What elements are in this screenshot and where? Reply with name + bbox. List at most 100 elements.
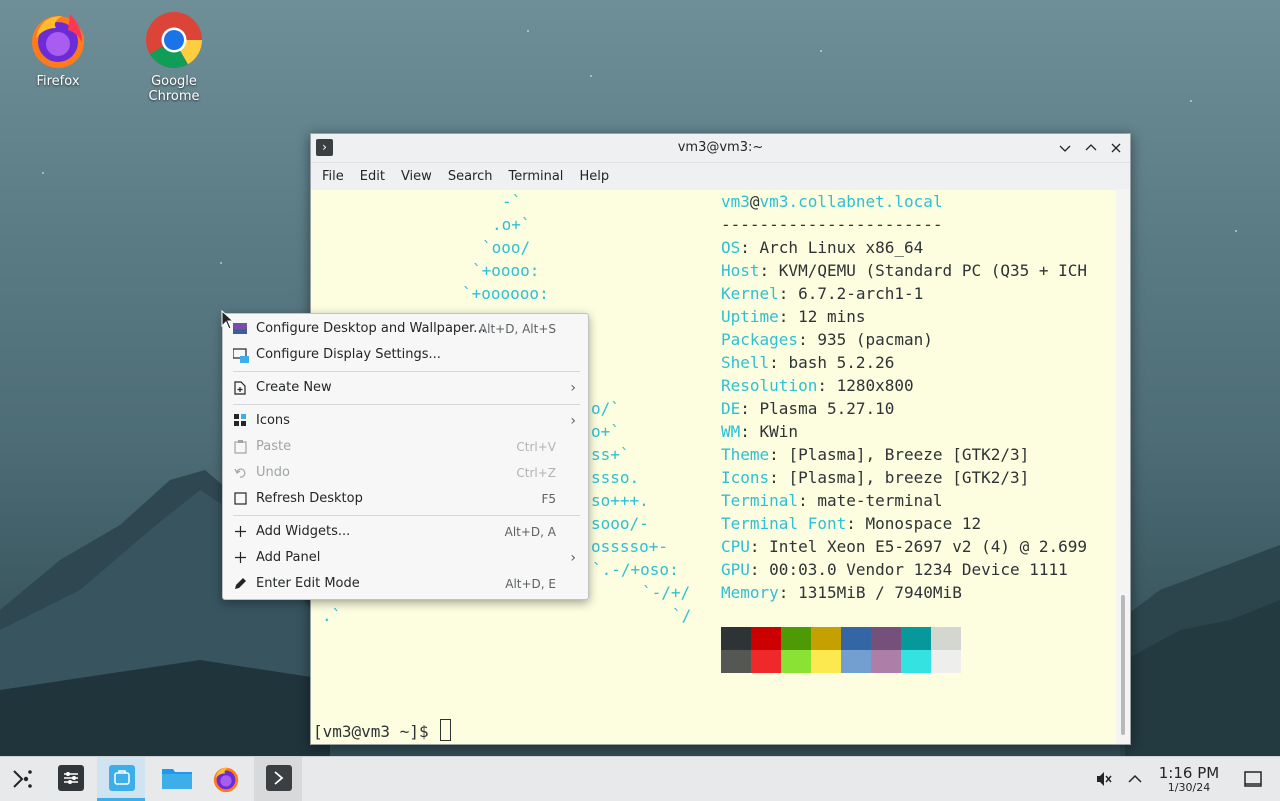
minimize-button[interactable] — [1055, 138, 1075, 158]
menu-refresh-desktop[interactable]: Refresh Desktop F5 — [223, 486, 588, 512]
scrollbar-thumb[interactable] — [1121, 595, 1125, 735]
info-colon: : — [740, 399, 760, 418]
desktop-icon-label: Firefox — [36, 74, 80, 89]
plus-icon — [233, 525, 247, 539]
menu-edit[interactable]: Edit — [352, 169, 393, 184]
clock-time: 1:16 PM — [1158, 764, 1220, 782]
info-key: OS — [721, 238, 741, 257]
desktop-icon-chrome[interactable]: Google Chrome — [129, 8, 219, 104]
info-line: CPU: Intel Xeon E5-2697 v2 (4) @ 2.699 — [721, 537, 1087, 556]
clock-date: 1/30/24 — [1167, 781, 1211, 794]
info-key: Resolution — [721, 376, 818, 395]
taskbar-discover[interactable] — [97, 757, 145, 801]
close-button[interactable] — [1106, 138, 1126, 158]
store-icon — [109, 765, 135, 791]
info-colon: : — [778, 284, 799, 303]
menu-file[interactable]: File — [314, 169, 352, 184]
logo-line: o/` — [591, 399, 620, 418]
chrome-icon — [142, 8, 206, 72]
host: vm3.collabnet.local — [759, 192, 943, 211]
taskbar-panel: 1:16 PM 1/30/24 — [0, 756, 1280, 801]
menu-paste[interactable]: Paste Ctrl+V — [223, 434, 588, 460]
color-swatch — [721, 650, 751, 673]
menu-separator — [233, 515, 580, 516]
color-swatch — [931, 627, 961, 650]
info-key: Shell — [721, 353, 770, 372]
maximize-button[interactable] — [1081, 138, 1101, 158]
logo-line: ss+` — [591, 445, 630, 464]
menu-configure-display[interactable]: Configure Display Settings... — [223, 342, 588, 368]
info-key: Uptime — [721, 307, 779, 326]
new-file-icon — [233, 381, 247, 395]
star — [1235, 230, 1237, 232]
shell-prompt[interactable]: [vm3@vm3 ~]$ — [313, 719, 452, 741]
menu-shortcut: Ctrl+V — [516, 440, 556, 454]
color-swatch — [781, 650, 811, 673]
info-key: Theme — [721, 445, 770, 464]
desktop-icon-firefox[interactable]: Firefox — [13, 8, 103, 89]
taskbar-system-settings[interactable] — [46, 757, 94, 801]
menu-separator — [233, 371, 580, 372]
chevron-down-icon — [1059, 145, 1071, 152]
desktop-context-menu: Configure Desktop and Wallpaper... Alt+D… — [222, 313, 589, 600]
chevron-right-icon: › — [570, 413, 576, 429]
info-colon: : — [769, 353, 789, 372]
menu-label: Paste — [256, 439, 292, 454]
volume-muted-icon — [1097, 772, 1112, 786]
at-sign: @ — [749, 192, 760, 211]
menu-shortcut: F5 — [541, 492, 556, 506]
menu-help[interactable]: Help — [571, 169, 617, 184]
menu-search[interactable]: Search — [440, 169, 501, 184]
info-key: Terminal — [721, 491, 799, 510]
taskbar-file-manager[interactable] — [150, 757, 198, 801]
menu-add-widgets[interactable]: Add Widgets... Alt+D, A — [223, 519, 588, 545]
info-key: Memory — [721, 583, 779, 602]
color-swatch — [871, 627, 901, 650]
application-launcher[interactable] — [0, 757, 48, 801]
logo-line: `+oooooo: — [462, 284, 549, 303]
star — [220, 262, 222, 264]
info-value: 935 (pacman) — [817, 330, 933, 349]
menu-configure-desktop[interactable]: Configure Desktop and Wallpaper... Alt+D… — [223, 316, 588, 342]
firefox-icon — [213, 767, 239, 793]
info-value: [Plasma], breeze [GTK2/3] — [788, 468, 1030, 487]
user: vm3 — [721, 192, 750, 211]
menu-icons[interactable]: Icons › — [223, 408, 588, 434]
info-line: Theme: [Plasma], Breeze [GTK2/3] — [721, 445, 1029, 464]
color-swatch — [811, 627, 841, 650]
logo-line: `ooo/ — [482, 238, 531, 257]
info-line: OS: Arch Linux x86_64 — [721, 238, 923, 257]
text-cursor — [440, 719, 452, 741]
taskbar-firefox[interactable] — [202, 757, 250, 801]
menu-create-new[interactable]: Create New › — [223, 375, 588, 401]
window-titlebar[interactable]: › vm3@vm3:~ — [311, 134, 1130, 163]
menu-label: Enter Edit Mode — [256, 576, 360, 591]
logo-line: `/ — [672, 606, 692, 625]
color-swatch — [721, 627, 751, 650]
color-swatch — [751, 650, 781, 673]
menu-undo[interactable]: Undo Ctrl+Z — [223, 460, 588, 486]
chevron-right-icon: › — [570, 550, 576, 566]
menu-enter-edit-mode[interactable]: Enter Edit Mode Alt+D, E — [223, 571, 588, 597]
taskbar-terminal[interactable] — [254, 757, 302, 801]
info-key: WM — [721, 422, 741, 441]
info-value: bash 5.2.26 — [788, 353, 895, 372]
menu-add-panel[interactable]: Add Panel › — [223, 545, 588, 571]
color-swatch — [901, 650, 931, 673]
show-desktop-button[interactable] — [1243, 769, 1263, 789]
window-title: vm3@vm3:~ — [677, 140, 764, 155]
info-value: KWin — [759, 422, 799, 441]
logo-line: `-/+/ — [642, 583, 691, 602]
info-line: GPU: 00:03.0 Vendor 1234 Device 1111 — [721, 560, 1068, 579]
info-value: 00:03.0 Vendor 1234 Device 1111 — [769, 560, 1068, 579]
menu-terminal[interactable]: Terminal — [500, 169, 571, 184]
info-line: Memory: 1315MiB / 7940MiB — [721, 583, 962, 602]
terminal-scrollbar[interactable] — [1116, 189, 1130, 744]
volume-muted-button[interactable] — [1094, 769, 1114, 789]
menu-view[interactable]: View — [393, 169, 440, 184]
info-key: CPU — [721, 537, 750, 556]
logo-line: -` — [502, 192, 522, 211]
wallpaper-icon — [233, 322, 247, 336]
system-tray-expand-button[interactable] — [1125, 769, 1145, 789]
info-colon: : — [769, 445, 789, 464]
